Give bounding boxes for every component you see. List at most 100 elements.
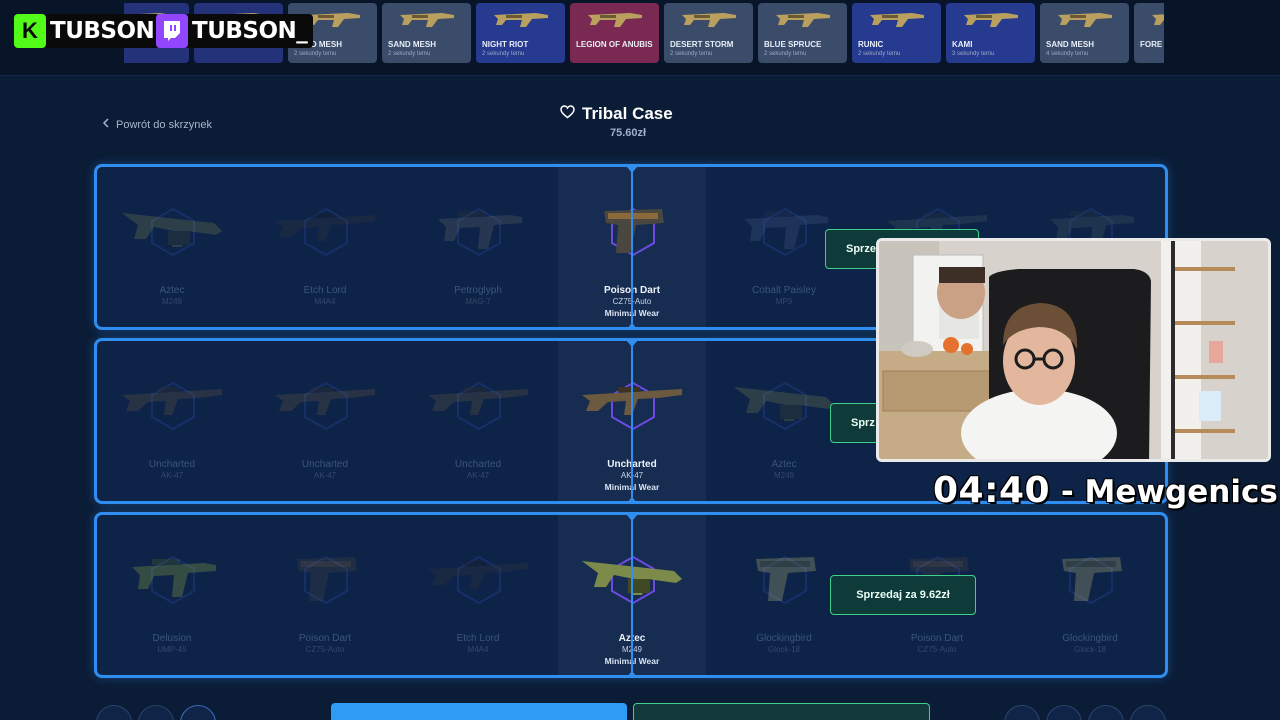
skin-name: Petroglyph [454, 285, 502, 296]
twitch-logo-icon [156, 14, 188, 48]
weapon-image [776, 13, 830, 27]
skin-name: Aztec [159, 285, 185, 296]
drop-card[interactable]: FORE [1134, 3, 1164, 63]
spinner-item: Aztec M249 [98, 167, 246, 327]
drop-time: 2 sekundy temu [388, 51, 431, 57]
drop-time: 2 sekundy temu [858, 51, 901, 57]
skin-name: Delusion [152, 633, 192, 644]
drop-card[interactable]: BLUE SPRUCE 2 sekundy temu [758, 3, 847, 63]
weapon-image [297, 557, 357, 601]
weapon-image [1152, 14, 1164, 25]
stream-timer-overlay: 04:40 - Mewgenics [933, 470, 1278, 511]
skin-name: Etch Lord [303, 285, 347, 296]
spinner-indicator [626, 341, 638, 501]
drop-skin-name: SAND MESH [1046, 40, 1095, 49]
weapon-type: UMP-45 [157, 645, 187, 654]
drop-skin-name: LEGION OF ANUBIS [576, 40, 653, 49]
back-to-cases-link[interactable]: Powrót do skrzynek [102, 118, 212, 131]
chevron-left-icon [102, 118, 110, 131]
weapon-image [428, 387, 528, 415]
weapon-type: M249 [161, 297, 182, 306]
weapon-type: Glock-18 [1073, 645, 1106, 654]
open-case-button[interactable] [331, 703, 627, 720]
skin-name: Uncharted [301, 459, 349, 470]
weapon-type: MP9 [775, 297, 793, 306]
bottom-control-6[interactable] [1088, 705, 1124, 720]
bottom-control-1[interactable] [96, 705, 132, 720]
spinner-indicator [626, 167, 638, 327]
spinner-item: Uncharted AK-47 [404, 341, 552, 501]
drop-skin-name: BLUE SPRUCE [764, 40, 822, 49]
heart-icon[interactable] [560, 104, 575, 124]
drop-card[interactable]: SAND MESH 4 sekundy temu [1040, 3, 1129, 63]
drop-skin-name: DESERT STORM [670, 40, 734, 49]
weapon-image [1062, 557, 1122, 601]
weapon-type: M4A4 [314, 297, 336, 306]
skin-name: Glockingbird [756, 633, 812, 644]
drop-skin-name: FORE [1140, 40, 1163, 49]
weapon-type: CZ75-Auto [917, 645, 957, 654]
sell-all-button[interactable] [633, 703, 930, 720]
weapon-image [744, 211, 828, 249]
weapon-image [964, 13, 1018, 27]
skin-name: Uncharted [454, 459, 502, 470]
bottom-control-2[interactable] [138, 705, 174, 720]
weapon-image [734, 387, 834, 421]
weapon-image [428, 561, 528, 589]
kick-badge: K TUBSON [14, 14, 161, 48]
weapon-image [122, 387, 222, 415]
skin-name: Uncharted [148, 459, 196, 470]
case-name: Tribal Case [582, 104, 673, 123]
drop-time: 2 sekundy temu [294, 51, 337, 57]
weapon-image [275, 213, 375, 241]
weapon-image [122, 213, 222, 247]
skin-name: Poison Dart [298, 633, 352, 644]
weapon-image [870, 13, 924, 27]
weapon-type: AK-47 [313, 471, 337, 480]
weapon-image [275, 387, 375, 415]
spinner-indicator [626, 515, 638, 675]
kick-logo-icon: K [14, 14, 46, 48]
drop-card[interactable]: LEGION OF ANUBIS [570, 3, 659, 63]
back-label: Powrót do skrzynek [116, 118, 212, 131]
skin-name: Poison Dart [910, 633, 964, 644]
drop-time: 4 sekundy temu [1046, 51, 1089, 57]
drop-card[interactable]: KAMI 3 sekundy temu [946, 3, 1035, 63]
webcam-overlay [876, 238, 1271, 462]
bottom-control-3[interactable] [180, 705, 216, 720]
spinner-item: Delusion UMP-45 [98, 515, 246, 675]
case-title: Tribal Case [560, 104, 673, 124]
drop-skin-name: RUNIC [858, 40, 884, 49]
bottom-control-7[interactable] [1130, 705, 1166, 720]
game-name: Mewgenics [1084, 474, 1278, 510]
sell-item-button[interactable]: Sprzedaj za 9.62zł [830, 575, 976, 615]
weapon-type: AK-47 [466, 471, 490, 480]
drop-skin-name: KAMI [952, 40, 973, 49]
twitch-badge: TUBSON_ [156, 14, 314, 48]
weapon-image [494, 13, 548, 27]
drop-card[interactable]: SAND MESH 2 sekundy temu [382, 3, 471, 63]
spinner-item: Poison Dart CZ75-Auto [251, 515, 399, 675]
bottom-control-5[interactable] [1046, 705, 1082, 720]
spinner-3: Delusion UMP-45 Poison Dart CZ75-Auto Etch L… [94, 512, 1168, 678]
drop-time: 2 sekundy temu [764, 51, 807, 57]
drop-skin-name: SAND MESH [388, 40, 437, 49]
spinner-item: Etch Lord M4A4 [251, 167, 399, 327]
weapon-type: CZ75-Auto [305, 645, 345, 654]
weapon-image [756, 557, 816, 601]
timer-separator: - [1050, 474, 1085, 510]
drop-card[interactable]: RUNIC 2 sekundy temu [852, 3, 941, 63]
weapon-type: M249 [773, 471, 794, 480]
weapon-type: Glock-18 [767, 645, 800, 654]
spinner-item: Uncharted AK-47 [251, 341, 399, 501]
drop-card[interactable]: DESERT STORM 2 sekundy temu [664, 3, 753, 63]
spinner-item: Glockingbird Glock-18 [1016, 515, 1164, 675]
spinner-item: Petroglyph MAG-7 [404, 167, 552, 327]
bottom-control-4[interactable] [1004, 705, 1040, 720]
skin-name: Aztec [771, 459, 797, 470]
weapon-image [1058, 13, 1112, 27]
weapon-type: AK-47 [160, 471, 184, 480]
drop-card[interactable]: NIGHT RIOT 2 sekundy temu [476, 3, 565, 63]
drop-time: 2 sekundy temu [482, 51, 525, 57]
weapon-image [400, 13, 454, 27]
